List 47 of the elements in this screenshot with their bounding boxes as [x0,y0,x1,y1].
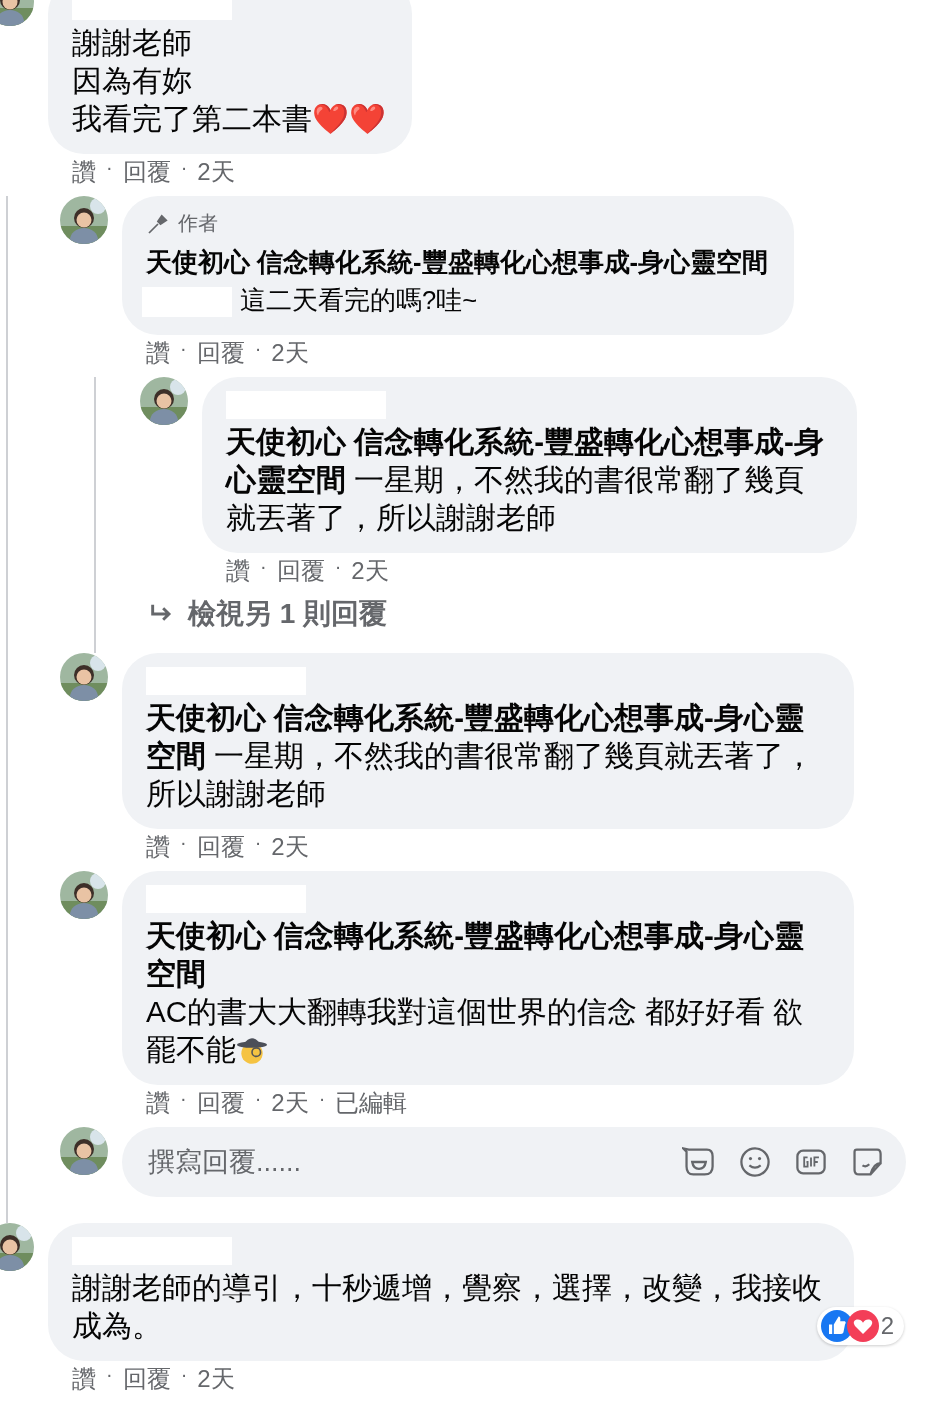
comment-meta: 2天 [197,1364,235,1394]
action-link[interactable]: 讚 [226,555,250,587]
comment-text: 天使初心 信念轉化系統-豐盛轉化心想事成-身心靈空間 一星期，不然我的書很常翻了幾頁就丟著了，所以謝謝老師 [226,424,825,536]
separator-dot: · [180,156,188,180]
separator-dot: · [254,831,262,855]
separator-dot: · [260,555,267,579]
comment-meta: 2天 [271,338,309,368]
separator-dot: · [180,337,187,361]
comment-text: 天使初心 信念轉化系統-豐盛轉化心想事成-身心靈空間 AC的書大大翻轉我對這個世界的信念 都好好看 欲罷不能 [146,918,805,1068]
separator-dot: · [106,156,113,180]
separator-dot: · [180,1087,187,1111]
action-link[interactable]: 回覆 [122,156,171,188]
separator-dot: · [254,1087,262,1111]
action-link[interactable]: 回覆 [196,831,245,863]
comment-meta: 2天 [271,832,309,862]
comment-text: 因為有妳 [72,63,193,99]
comment-text: 天使初心 信念轉化系統-豐盛轉化心想事成-身心靈空間 一星期，不然我的書很常翻了幾頁就丟著了，所以謝謝老師 [146,700,816,812]
author-label: 作者 [178,211,218,236]
action-link[interactable]: 回覆 [196,337,245,369]
reply-input-field[interactable]: 撰寫回覆...... [122,1127,906,1197]
action-link[interactable]: 回覆 [276,555,325,587]
comment-text: 我看完了第二本書❤❤ [72,101,386,137]
action-link[interactable]: 讚 [146,337,170,369]
comment-meta: 2天 [271,1088,309,1118]
emoji-icon[interactable] [738,1145,772,1179]
separator-dot: · [254,337,262,361]
reply-input[interactable]: 撰寫回覆...... [146,1145,682,1179]
action-link[interactable]: 讚 [146,831,170,863]
action-link[interactable]: 讚 [146,1087,170,1119]
reaction-count[interactable]: 2 [816,1307,904,1345]
action-link[interactable]: 讚 [72,156,96,188]
separator-dot: · [180,1363,188,1387]
separator-dot: · [318,1087,326,1111]
view-more-replies-link[interactable]: 檢視另 1 則回覆 [148,595,388,653]
sticker-icon[interactable] [850,1145,884,1179]
separator-dot: · [180,831,187,855]
separator-dot: · [334,555,342,579]
action-link[interactable]: 回覆 [196,1087,245,1119]
separator-dot: · [106,1363,113,1387]
comment-text: 天使初心 信念轉化系統-豐盛轉化心想事成-身心靈空間 這二天看完的嗎?哇~ [146,243,769,319]
action-link[interactable]: 回覆 [122,1363,171,1395]
action-link[interactable]: 讚 [72,1363,96,1395]
comment-text: 謝謝老師 [72,25,193,61]
comment-meta: 已編輯 [335,1088,408,1118]
comment-meta: 2天 [351,556,389,586]
comment-meta: 2天 [197,157,235,187]
like-icon [820,1310,853,1342]
